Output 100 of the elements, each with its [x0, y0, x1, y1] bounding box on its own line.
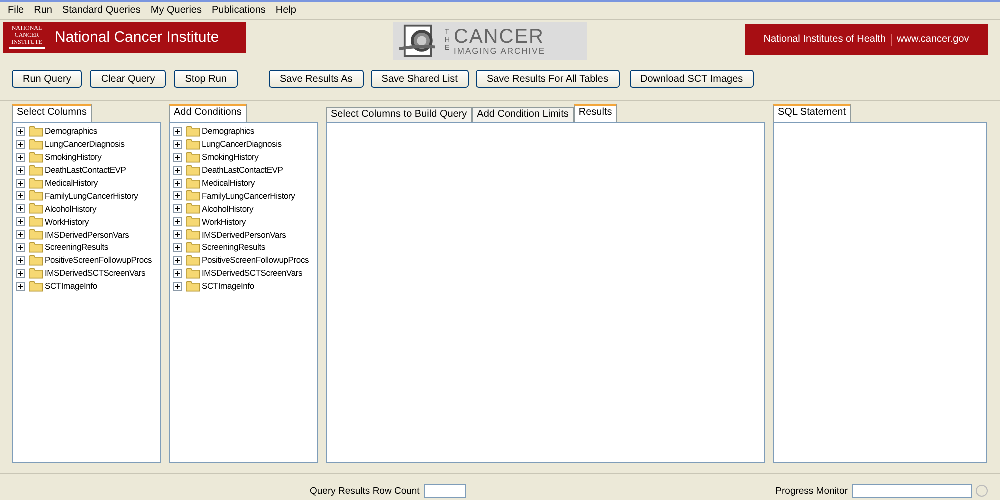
tree-item[interactable]: Demographics: [45, 126, 98, 136]
folder-icon: [186, 216, 200, 228]
folder-icon: [29, 216, 43, 228]
expand-icon[interactable]: [16, 152, 25, 162]
folder-icon: [186, 229, 200, 240]
expand-icon[interactable]: [16, 178, 25, 188]
expand-icon[interactable]: [16, 166, 25, 175]
expand-icon[interactable]: [173, 230, 182, 240]
panel-tab[interactable]: Add Conditions: [169, 104, 247, 122]
expand-icon[interactable]: [16, 140, 25, 149]
toolbar-button[interactable]: Download SCT Images: [630, 70, 754, 88]
tree-item[interactable]: IMSDerivedPersonVars: [202, 230, 286, 240]
expand-icon[interactable]: [173, 256, 182, 265]
tree-item[interactable]: AlcoholHistory: [202, 204, 254, 214]
folder-icon: [29, 229, 43, 240]
tree-item[interactable]: AlcoholHistory: [45, 204, 97, 214]
tree-item[interactable]: ScreeningResults: [202, 242, 266, 252]
toolbar-button[interactable]: Stop Run: [174, 70, 238, 88]
tree-item[interactable]: PositiveScreenFollowupProcs: [45, 255, 152, 266]
expand-icon[interactable]: [16, 204, 25, 214]
expand-icon[interactable]: [173, 282, 182, 291]
expand-icon[interactable]: [16, 242, 25, 252]
folder-icon: [186, 178, 200, 188]
menu-item[interactable]: Publications: [207, 5, 271, 16]
panel-tab[interactable]: Results: [574, 104, 618, 122]
expand-icon[interactable]: [16, 268, 25, 278]
tree-item[interactable]: MedicalHistory: [202, 178, 255, 188]
menu-item[interactable]: Help: [270, 5, 302, 16]
folder-icon: [29, 268, 43, 279]
folder-icon: [29, 152, 43, 163]
expand-icon[interactable]: [173, 191, 182, 200]
tree-item[interactable]: FamilyLungCancerHistory: [202, 190, 296, 201]
tree-item[interactable]: LungCancerDiagnosis: [45, 139, 125, 150]
folder-icon: [29, 138, 43, 150]
folder-icon: [186, 138, 200, 150]
folder-icon: [186, 152, 200, 163]
tree-item[interactable]: ScreeningResults: [45, 242, 108, 252]
row-count-field: [424, 484, 466, 498]
banner-title: National Cancer Institute: [55, 29, 220, 46]
folder-icon: [29, 280, 43, 292]
folder-icon: [186, 190, 200, 202]
expand-icon[interactable]: [16, 230, 25, 240]
tree-item[interactable]: MedicalHistory: [45, 178, 98, 188]
expand-icon[interactable]: [16, 126, 25, 136]
expand-icon[interactable]: [16, 217, 25, 226]
folder-icon: [186, 268, 200, 279]
panel-tab[interactable]: SQL Statement: [773, 104, 851, 122]
folder-icon: [29, 254, 43, 266]
tree-item[interactable]: IMSDerivedPersonVars: [45, 230, 130, 240]
menu-item[interactable]: Standard Queries: [57, 5, 146, 16]
expand-icon[interactable]: [173, 126, 182, 136]
expand-icon[interactable]: [173, 268, 182, 278]
folder-icon: [29, 126, 43, 137]
tree-item[interactable]: WorkHistory: [45, 216, 89, 227]
folder-icon: [186, 126, 200, 137]
toolbar-button[interactable]: Save Shared List: [370, 70, 469, 88]
expand-icon[interactable]: [16, 191, 25, 200]
banner-text: National Institutes of Health: [764, 34, 886, 45]
toolbar-button[interactable]: Clear Query: [90, 70, 166, 88]
tree-item[interactable]: IMSDerivedSCTScreenVars: [45, 268, 146, 278]
expand-icon[interactable]: [173, 178, 182, 188]
expand-icon[interactable]: [173, 166, 182, 175]
tree-item[interactable]: WorkHistory: [202, 216, 246, 227]
expand-icon[interactable]: [173, 204, 182, 214]
toolbar-button[interactable]: Run Query: [12, 70, 82, 88]
tree-item[interactable]: DeathLastContactEVP: [45, 165, 126, 176]
tree-item[interactable]: FamilyLungCancerHistory: [45, 190, 138, 201]
folder-icon: [29, 190, 43, 202]
panel-tab[interactable]: Add Condition Limits: [472, 107, 574, 122]
expand-icon[interactable]: [16, 282, 25, 291]
panel-tab[interactable]: Select Columns: [12, 104, 92, 122]
folder-icon: [29, 178, 43, 188]
logo-text: IMAGING ARCHIVE: [454, 46, 546, 56]
tree-item[interactable]: LungCancerDiagnosis: [202, 139, 282, 150]
expand-icon[interactable]: [173, 242, 182, 252]
folder-icon: [186, 242, 200, 253]
tree-item[interactable]: SmokingHistory: [45, 152, 102, 162]
expand-icon[interactable]: [173, 217, 182, 226]
menu-item[interactable]: My Queries: [146, 5, 207, 16]
folder-icon: [29, 203, 43, 214]
toolbar-button[interactable]: Save Results As: [268, 70, 364, 88]
tree-item[interactable]: DeathLastContactEVP: [202, 165, 284, 176]
folder-icon: [29, 242, 43, 253]
expand-icon[interactable]: [173, 140, 182, 149]
folder-icon: [29, 164, 43, 176]
expand-icon[interactable]: [16, 256, 25, 265]
tree-item[interactable]: Demographics: [202, 126, 254, 136]
tree-item[interactable]: SmokingHistory: [202, 152, 259, 162]
folder-icon: [186, 164, 200, 176]
expand-icon[interactable]: [173, 152, 182, 162]
menu-item[interactable]: Run: [29, 5, 58, 16]
tree-item[interactable]: SCTImageInfo: [202, 281, 254, 292]
banner-link[interactable]: www.cancer.gov: [897, 34, 970, 45]
panel-tab[interactable]: Select Columns to Build Query: [326, 107, 472, 122]
menu-item[interactable]: File: [3, 5, 30, 16]
tree-item[interactable]: IMSDerivedSCTScreenVars: [202, 268, 303, 278]
toolbar-button[interactable]: Save Results For All Tables: [476, 70, 620, 88]
folder-icon: [186, 203, 200, 214]
tree-item[interactable]: SCTImageInfo: [45, 281, 98, 292]
tree-item[interactable]: PositiveScreenFollowupProcs: [202, 255, 310, 266]
